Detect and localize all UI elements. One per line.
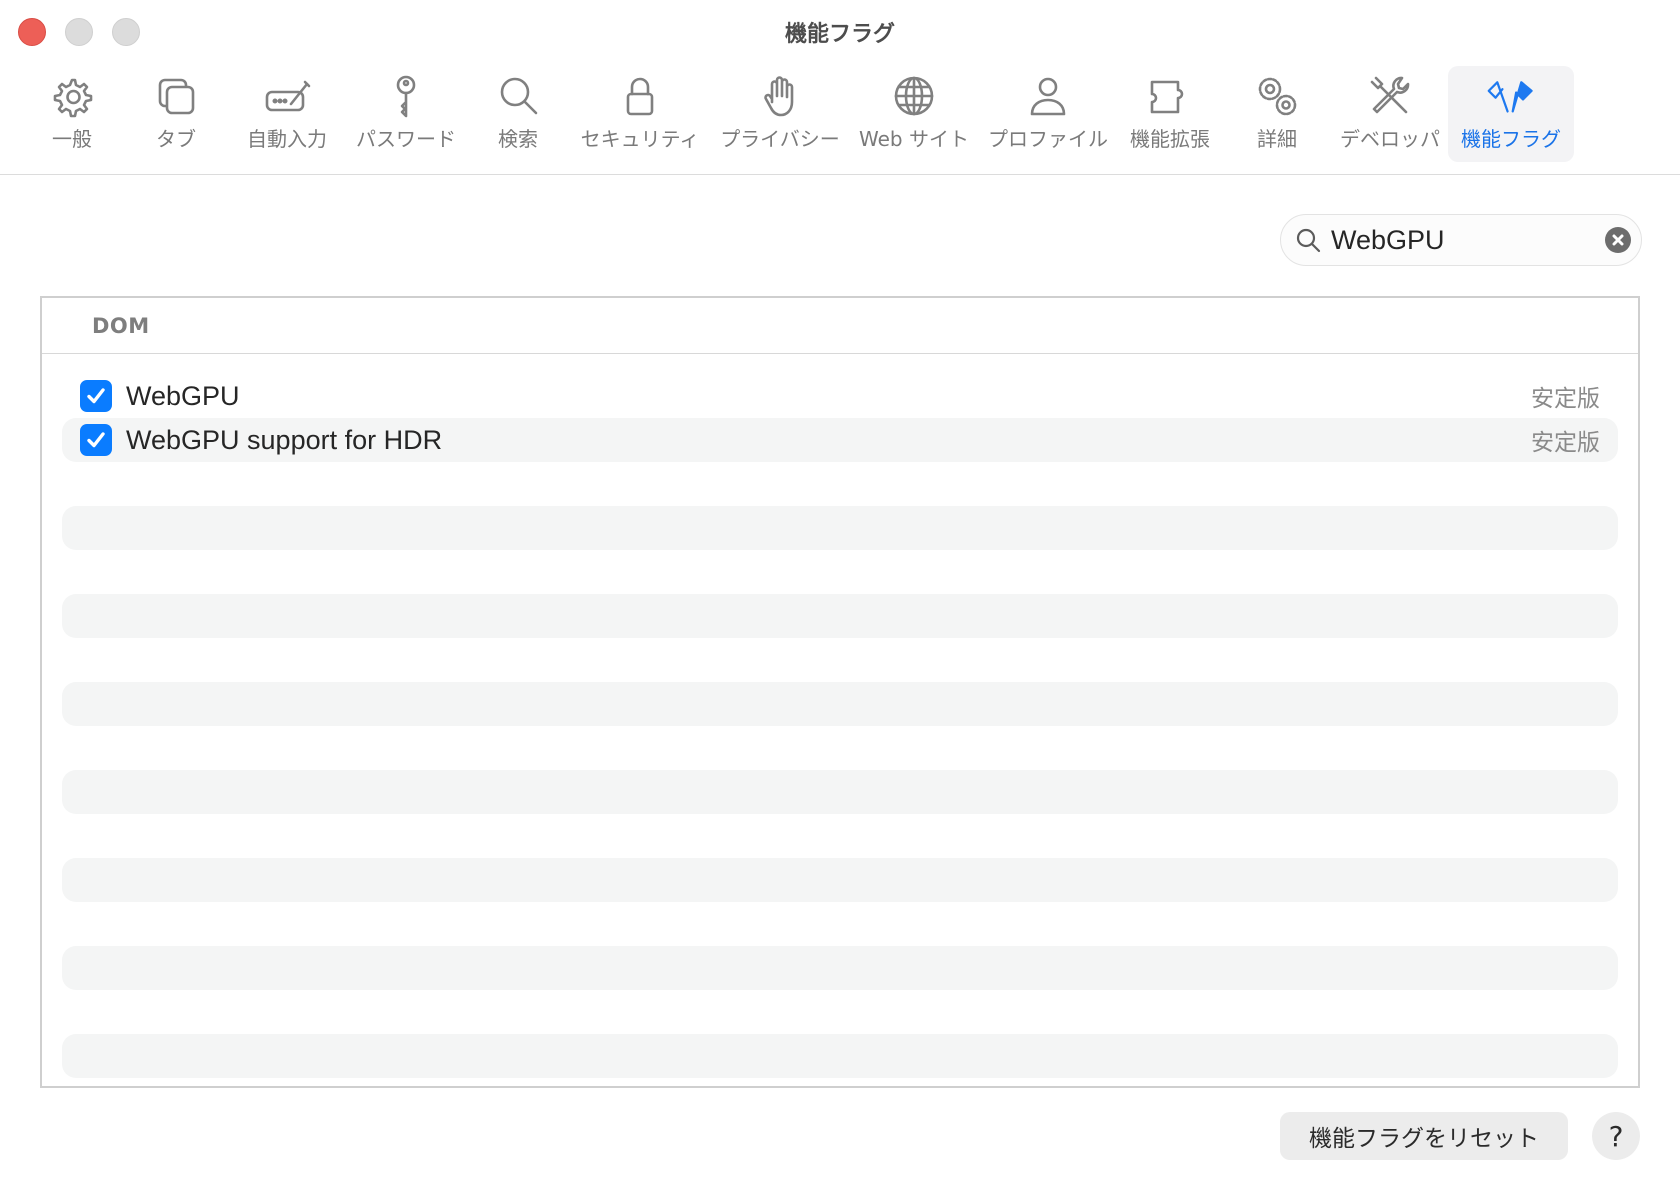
tab-profiles[interactable]: プロファイル <box>978 66 1118 162</box>
reset-feature-flags-button[interactable]: 機能フラグをリセット <box>1280 1112 1568 1160</box>
globe-icon <box>894 76 934 116</box>
empty-row <box>62 858 1618 902</box>
flag-label: WebGPU support for HDR <box>126 424 443 455</box>
tab-label: プライバシー <box>720 127 840 151</box>
tab-search[interactable]: 検索 <box>466 66 570 162</box>
help-button[interactable]: ? <box>1592 1112 1640 1160</box>
tools-icon <box>1370 76 1410 114</box>
tab-tabs[interactable]: タブ <box>124 66 228 162</box>
tab-advanced[interactable]: 詳細 <box>1222 66 1332 162</box>
flags-icon <box>1487 81 1533 113</box>
tab-developer[interactable]: デベロッパ <box>1332 66 1448 162</box>
settings-window: 機能フラグ 一般 タブ 自動入力 パスワード 検索 セキュリティ プライバシー … <box>0 0 1680 1200</box>
tab-label: タブ <box>156 127 196 151</box>
tabs-icon <box>158 78 195 115</box>
feature-flags-list: DOM WebGPU 安定版 WebGPU support for HDR 安定… <box>40 296 1640 1088</box>
tab-label: 自動入力 <box>247 127 327 151</box>
tab-label: パスワード <box>356 127 456 151</box>
flag-label: WebGPU <box>126 380 240 411</box>
window-title: 機能フラグ <box>784 22 895 47</box>
autofill-icon <box>265 80 311 112</box>
tab-label: デベロッパ <box>1340 127 1440 151</box>
magnifier-icon <box>1296 228 1321 253</box>
gear-icon <box>53 78 93 118</box>
toolbar-divider <box>0 174 1680 175</box>
flag-status: 安定版 <box>1531 430 1600 456</box>
tab-feature-flags[interactable]: 機能フラグ <box>1448 66 1574 162</box>
search-field[interactable] <box>1280 214 1642 266</box>
search-icon <box>500 77 538 115</box>
empty-row <box>62 506 1618 550</box>
tab-label: 機能拡張 <box>1130 127 1210 151</box>
clear-x-icon <box>1612 234 1624 246</box>
flag-row-webgpu[interactable]: WebGPU 安定版 <box>62 374 1618 418</box>
clear-search-button[interactable] <box>1605 227 1631 253</box>
lock-icon <box>626 77 654 116</box>
flag-checkbox[interactable] <box>80 424 112 456</box>
empty-row <box>62 594 1618 638</box>
tab-websites[interactable]: Web サイト <box>850 66 978 162</box>
tab-security[interactable]: セキュリティ <box>570 66 710 162</box>
tab-general[interactable]: 一般 <box>20 66 124 162</box>
empty-row <box>62 1034 1618 1078</box>
tab-label: Web サイト <box>859 127 969 151</box>
tab-privacy[interactable]: プライバシー <box>710 66 850 162</box>
section-header: DOM <box>42 298 1638 354</box>
empty-row <box>62 682 1618 726</box>
tab-label: 機能フラグ <box>1461 127 1561 151</box>
tab-label: セキュリティ <box>580 127 700 151</box>
checkmark-icon <box>87 432 105 448</box>
empty-row <box>62 770 1618 814</box>
search-input[interactable] <box>1331 224 1605 256</box>
person-icon <box>1030 77 1066 116</box>
hand-icon <box>764 76 794 117</box>
tab-label: 検索 <box>498 127 538 151</box>
section-header-label: DOM <box>92 313 150 338</box>
flag-row-webgpu-hdr[interactable]: WebGPU support for HDR 安定版 <box>62 418 1618 462</box>
flag-rows: WebGPU 安定版 WebGPU support for HDR 安定版 <box>42 354 1638 1078</box>
flag-status: 安定版 <box>1531 386 1600 412</box>
flag-checkbox[interactable] <box>80 380 112 412</box>
puzzle-icon <box>1150 80 1184 114</box>
tab-autofill[interactable]: 自動入力 <box>228 66 346 162</box>
settings-toolbar: 一般 タブ 自動入力 パスワード 検索 セキュリティ プライバシー Web サイ… <box>20 66 1660 162</box>
tab-label: プロファイル <box>988 127 1108 151</box>
tab-extensions[interactable]: 機能拡張 <box>1118 66 1222 162</box>
checkmark-icon <box>87 388 105 404</box>
key-icon <box>396 75 416 118</box>
empty-row <box>62 946 1618 990</box>
tab-label: 一般 <box>52 127 92 151</box>
gears-icon <box>1258 77 1297 116</box>
tab-passwords[interactable]: パスワード <box>346 66 466 162</box>
tab-label: 詳細 <box>1257 127 1297 151</box>
